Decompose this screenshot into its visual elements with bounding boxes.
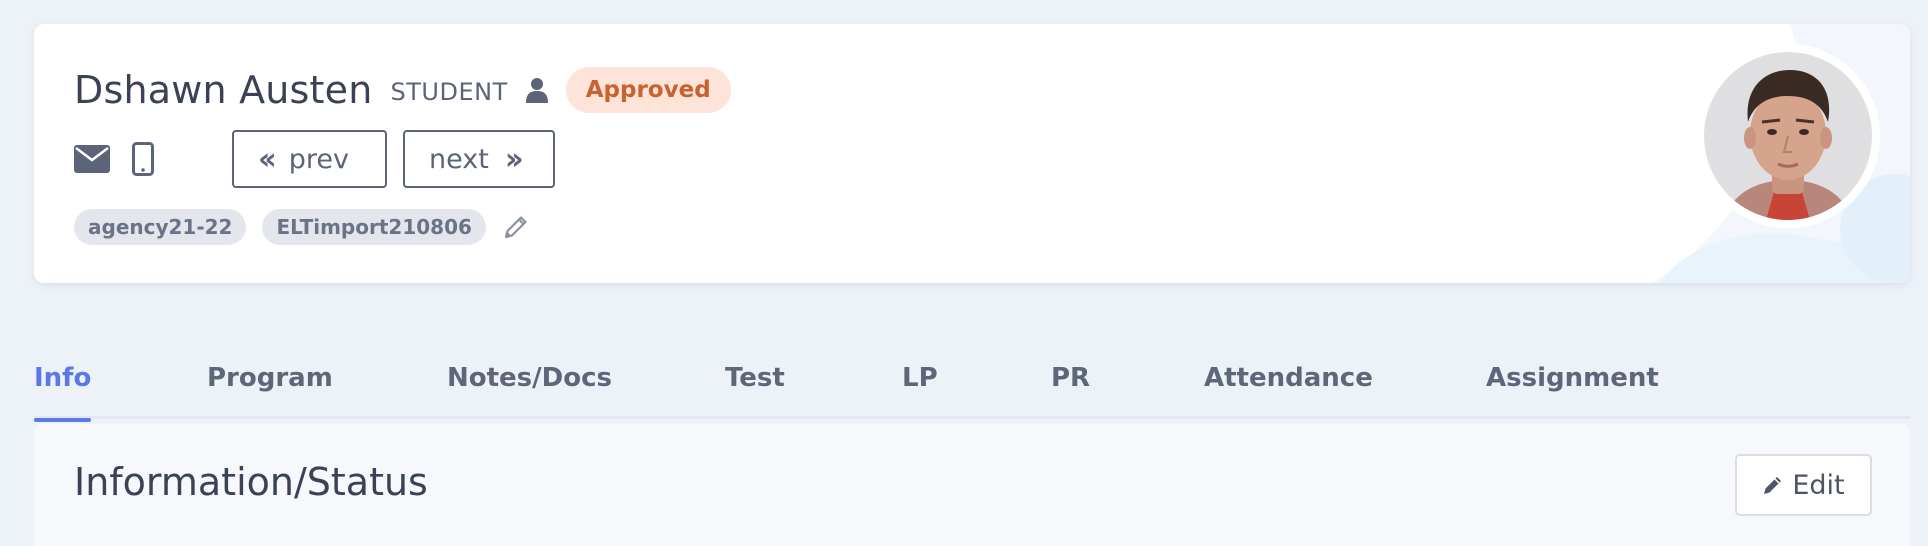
envelope-icon[interactable] — [74, 145, 110, 173]
student-name: Dshawn Austen — [74, 68, 373, 112]
tab-info[interactable]: Info — [34, 355, 92, 422]
tag[interactable]: agency21-22 — [74, 209, 247, 245]
tab-pr[interactable]: PR — [1051, 355, 1090, 419]
tag[interactable]: ELTimport210806 — [262, 209, 486, 245]
tab-bar: Info Program Notes/Docs Test LP PR Atten… — [34, 355, 1910, 422]
prev-label: prev — [288, 143, 349, 175]
tags-row: agency21-22 ELTimport210806 — [74, 208, 530, 246]
tab-lp[interactable]: LP — [902, 355, 938, 419]
tab-notes-docs[interactable]: Notes/Docs — [447, 355, 612, 419]
edit-label: Edit — [1792, 469, 1845, 501]
mobile-phone-icon[interactable] — [132, 142, 154, 176]
prev-button[interactable]: ‹‹ prev — [232, 130, 387, 188]
pencil-icon — [1764, 477, 1782, 494]
status-badge: Approved — [565, 67, 731, 113]
avatar[interactable] — [1704, 52, 1872, 220]
next-label: next — [429, 143, 489, 175]
pencil-icon[interactable] — [502, 213, 530, 241]
role-label: STUDENT — [390, 78, 508, 106]
next-button[interactable]: next ›› — [403, 130, 555, 188]
avatar-ring — [1696, 44, 1880, 228]
contact-row: ‹‹ prev next ›› — [74, 130, 555, 188]
tab-test[interactable]: Test — [725, 355, 785, 419]
name-row: Dshawn Austen STUDENT Approved — [74, 62, 731, 118]
tab-program[interactable]: Program — [207, 355, 333, 419]
double-chevron-left-icon: ‹‹ — [258, 141, 277, 177]
tab-attendance[interactable]: Attendance — [1204, 355, 1373, 419]
section-title: Information/Status — [74, 460, 428, 504]
profile-card: Dshawn Austen STUDENT Approved ‹‹ prev n… — [34, 24, 1910, 283]
edit-button[interactable]: Edit — [1735, 454, 1872, 516]
tab-assignment[interactable]: Assignment — [1486, 355, 1659, 419]
double-chevron-right-icon: ›› — [504, 141, 524, 177]
info-panel: Information/Status Edit — [34, 424, 1910, 546]
person-icon — [525, 75, 548, 105]
